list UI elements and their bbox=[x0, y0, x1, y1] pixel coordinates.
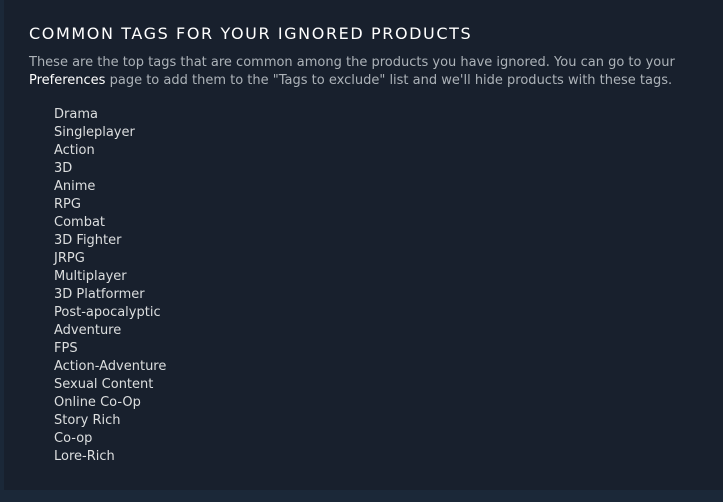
tag-item: Online Co-Op bbox=[54, 395, 141, 410]
tag-item: Singleplayer bbox=[54, 125, 135, 140]
tag-item: 3D Platformer bbox=[54, 287, 145, 302]
tag-item: Sexual Content bbox=[54, 377, 154, 392]
tag-item: Anime bbox=[54, 179, 96, 194]
tag-item: Multiplayer bbox=[54, 269, 127, 284]
section-title: COMMON TAGS FOR YOUR IGNORED PRODUCTS bbox=[29, 24, 473, 43]
tag-item: Adventure bbox=[54, 323, 122, 338]
tag-item: Combat bbox=[54, 215, 106, 230]
tag-item: Lore-Rich bbox=[54, 449, 115, 464]
page: COMMON TAGS FOR YOUR IGNORED PRODUCTS Th… bbox=[0, 0, 723, 502]
tag-item: 3D bbox=[54, 161, 73, 176]
tag-item: RPG bbox=[54, 197, 81, 212]
tag-item: Story Rich bbox=[54, 413, 121, 428]
tag-item: 3D Fighter bbox=[54, 233, 122, 248]
tag-list: Drama Singleplayer Action 3D Anime RPG C… bbox=[54, 106, 166, 466]
tag-item: Action bbox=[54, 143, 95, 158]
tag-item: JRPG bbox=[54, 251, 85, 266]
section-description: These are the top tags that are common a… bbox=[29, 54, 709, 90]
preferences-link[interactable]: Preferences bbox=[29, 73, 105, 88]
tag-item: Post-apocalyptic bbox=[54, 305, 161, 320]
tag-item: FPS bbox=[54, 341, 78, 356]
tag-item: Action-Adventure bbox=[54, 359, 167, 374]
description-text-1: These are the top tags that are common a… bbox=[29, 55, 675, 70]
tag-item: Co-op bbox=[54, 431, 93, 446]
tag-item: Drama bbox=[54, 107, 98, 122]
description-text-2: page to add them to the "Tags to exclude… bbox=[105, 73, 673, 88]
